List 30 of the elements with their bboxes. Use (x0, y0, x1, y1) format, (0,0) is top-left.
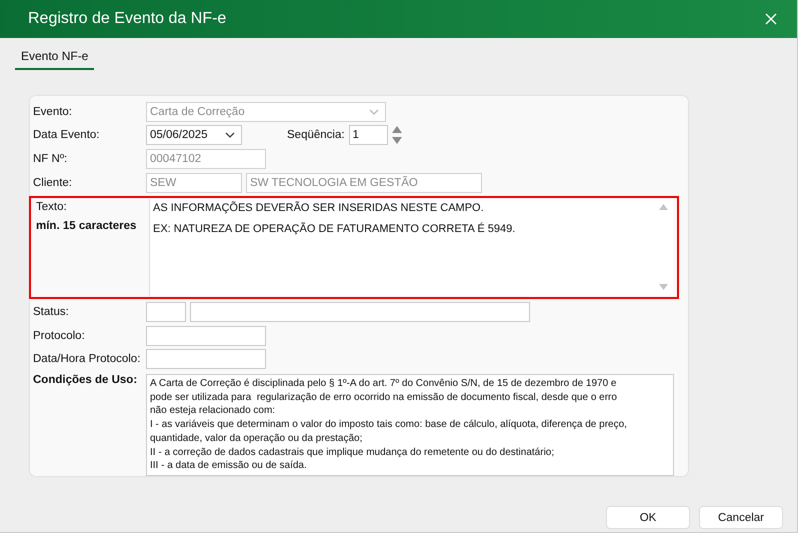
field-label: Status: (33, 306, 70, 318)
text-area[interactable]: AS INFORMAÇÕES DEVERÃO SER INSERIDAS NESTE CAMPO. EX: NATUREZA DE OPERAÇÃO DE FATURAMENTO CORRETA É 5949. (149, 198, 673, 296)
field-label: NF Nº: (33, 153, 68, 166)
text-field[interactable] (146, 302, 186, 322)
field-label: Texto: (36, 200, 68, 213)
conditions-text: A Carta de Correção é disciplinada pelo § 1º-A do art. 7º do Convênio S/N, de 15 de dezembro de 1970 e pode ser utilizada para regularização de erro ocorrido na emissão de documento fiscal, desde que o erro não esteja relacionado com: I - as variáveis que determinam o valor do imposto tais como: base de cálculo, alíquota, diferença de preço, quantidade, valor da operação ou da prestação; II - a correção de dados cadastrais que implique mudança do remetente ou do destinatário; III - a data de emissão ou de saída. (146, 374, 674, 476)
text-line: EX: NATUREZA DE OPERAÇÃO DE FATURAMENTO CORRETA É 5949. (153, 222, 516, 235)
text-field[interactable] (146, 326, 266, 346)
text-field[interactable] (146, 349, 266, 370)
dropdown-field[interactable]: 05/06/2025 (146, 125, 242, 146)
field-label: Data Evento: (33, 129, 100, 142)
text-line: AS INFORMAÇÕES DEVERÃO SER INSERIDAS NESTE CAMPO. (153, 202, 485, 214)
spin-arrows-icon[interactable] (392, 125, 402, 146)
dialog-button[interactable]: Cancelar (699, 506, 783, 529)
field-label: Protocolo: (33, 330, 86, 342)
scroll-arrows-icon (659, 202, 668, 292)
dialog-button[interactable]: OK (606, 506, 690, 529)
close-icon[interactable] (765, 13, 777, 25)
field-label: Evento: (33, 106, 73, 118)
field-label: Seqüência: (287, 129, 345, 142)
field-label: Data/Hora Protocolo: (33, 353, 142, 366)
field-hint: mín. 15 caracteres (36, 220, 138, 232)
number-field[interactable]: 1 (348, 125, 388, 146)
chevron-down-icon (225, 132, 235, 138)
window-title: Registro de Evento da NF-e (28, 10, 226, 28)
tab[interactable]: Evento NF-e (15, 49, 94, 70)
field-label: Condições de Uso: (33, 374, 138, 388)
chevron-down-icon (369, 108, 379, 115)
text-field[interactable] (190, 302, 530, 322)
field-label: Cliente: (33, 176, 73, 189)
